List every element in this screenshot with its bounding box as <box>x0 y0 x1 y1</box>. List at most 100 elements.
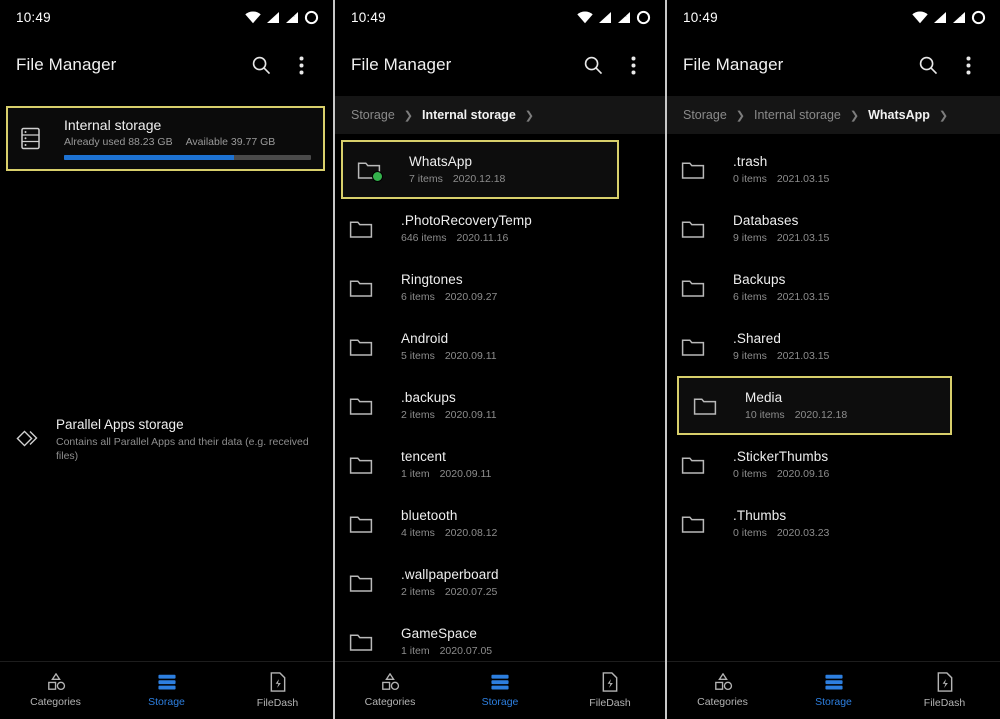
file-row[interactable]: Backups 6 items 2021.03.15 <box>667 258 1000 317</box>
storage-progress-bar <box>64 155 311 160</box>
file-item-count: 2 items <box>401 586 435 598</box>
file-date: 2020.12.18 <box>452 173 506 185</box>
file-subtitle: 2 items 2020.09.11 <box>401 409 665 421</box>
file-date: 2020.11.16 <box>456 232 509 244</box>
nav-tab-storage[interactable]: Storage <box>445 673 555 708</box>
search-button[interactable] <box>908 45 948 85</box>
breadcrumb-item-internal-storage[interactable]: Internal storage <box>422 108 516 122</box>
file-row[interactable]: Android 5 items 2020.09.11 <box>335 317 665 376</box>
file-row-selected[interactable]: WhatsApp 7 items 2020.12.18 <box>341 140 619 199</box>
file-date: 2020.09.11 <box>444 409 497 421</box>
more-vertical-icon <box>966 56 970 74</box>
wifi-icon <box>245 10 261 23</box>
storage-stack-icon <box>491 674 509 690</box>
internal-storage-card[interactable]: Internal storage Already used 88.23 GB A… <box>6 106 325 171</box>
parallel-apps-description: Contains all Parallel Apps and their dat… <box>56 436 309 463</box>
nav-tab-filedash[interactable]: FileDash <box>889 672 1000 709</box>
breadcrumb-item-storage[interactable]: Storage <box>351 108 395 122</box>
file-item-count: 9 items <box>733 232 767 244</box>
file-row[interactable]: .Thumbs 0 items 2020.03.23 <box>667 494 1000 553</box>
breadcrumb-item-storage[interactable]: Storage <box>683 108 727 122</box>
folder-icon <box>349 221 373 238</box>
file-date: 2020.08.12 <box>444 527 498 539</box>
chevron-right-icon: ❯ <box>524 109 534 122</box>
whatsapp-badge-icon <box>372 171 383 182</box>
file-name: Ringtones <box>401 272 463 287</box>
shapes-icon <box>714 673 732 691</box>
panel3-content: .trash 0 items 2021.03.15 Databases 9 items 2… <box>667 134 1000 661</box>
file-date: 2021.03.15 <box>776 291 830 303</box>
file-subtitle: 0 items 2020.03.23 <box>733 527 1000 539</box>
status-clock: 10:49 <box>16 9 51 25</box>
folder-icon-wrap <box>349 336 401 357</box>
status-icons: x <box>577 10 651 25</box>
nav-tab-storage[interactable]: Storage <box>111 673 222 708</box>
storage-used-label: Already used 88.23 GB <box>64 136 173 148</box>
file-meta: .trash 0 items 2021.03.15 <box>733 154 1000 185</box>
panel-whatsapp-listing: 10:49 x File Manager Storage ❯ Internal … <box>667 0 1000 719</box>
storage-stack-icon <box>157 674 176 690</box>
file-item-count: 6 items <box>401 291 435 303</box>
search-button[interactable] <box>241 45 281 85</box>
file-row[interactable]: .StickerThumbs 0 items 2020.09.16 <box>667 435 1000 494</box>
file-row[interactable]: .PhotoRecoveryTemp 646 items 2020.11.16 <box>335 199 665 258</box>
folder-icon <box>681 162 705 179</box>
folder-icon <box>349 516 373 533</box>
status-clock: 10:49 <box>351 9 386 25</box>
file-row-selected[interactable]: Media 10 items 2020.12.18 <box>677 376 952 435</box>
file-list: .trash 0 items 2021.03.15 Databases 9 items 2… <box>667 134 1000 661</box>
folder-icon-wrap <box>349 277 401 298</box>
search-icon <box>919 56 937 74</box>
breadcrumb-item-whatsapp[interactable]: WhatsApp <box>868 108 930 122</box>
file-subtitle: 10 items 2020.12.18 <box>745 409 950 421</box>
breadcrumb-item-internal-storage[interactable]: Internal storage <box>754 108 841 122</box>
file-bolt-icon <box>602 672 618 692</box>
overflow-menu-button[interactable] <box>948 45 988 85</box>
file-meta: GameSpace 1 item 2020.07.05 <box>401 626 665 657</box>
file-row[interactable]: .Shared 9 items 2021.03.15 <box>667 317 1000 376</box>
folder-icon-wrap <box>349 454 401 475</box>
file-subtitle: 2 items 2020.07.25 <box>401 586 665 598</box>
search-button[interactable] <box>573 45 613 85</box>
folder-icon-wrap <box>349 395 401 416</box>
chevron-right-icon: ❯ <box>938 109 949 122</box>
breadcrumb: Storage ❯ Internal storage ❯ WhatsApp ❯ <box>667 96 1000 134</box>
file-meta: .wallpaperboard 2 items 2020.07.25 <box>401 567 665 598</box>
nav-tab-filedash[interactable]: FileDash <box>222 672 333 709</box>
nav-tab-categories[interactable]: Categories <box>667 673 778 708</box>
file-row[interactable]: bluetooth 4 items 2020.08.12 <box>335 494 665 553</box>
file-item-count: 0 items <box>733 468 767 480</box>
chevron-right-icon: ❯ <box>849 109 860 122</box>
parallel-apps-storage-item[interactable]: Parallel Apps storage Contains all Paral… <box>6 411 321 469</box>
file-subtitle: 7 items 2020.12.18 <box>409 173 617 185</box>
status-bar: 10:49 x <box>0 0 333 34</box>
file-name: WhatsApp <box>409 154 473 169</box>
file-name: .wallpaperboard <box>401 567 499 582</box>
overflow-menu-button[interactable] <box>281 45 321 85</box>
file-row[interactable]: tencent 1 item 2020.09.11 <box>335 435 665 494</box>
file-item-count: 1 item <box>401 468 430 480</box>
file-row[interactable]: .backups 2 items 2020.09.11 <box>335 376 665 435</box>
file-row[interactable]: .wallpaperboard 2 items 2020.07.25 <box>335 553 665 612</box>
file-date: 2020.09.11 <box>444 350 497 362</box>
file-meta: .backups 2 items 2020.09.11 <box>401 390 665 421</box>
folder-icon <box>681 221 705 238</box>
folder-icon <box>693 398 717 415</box>
file-row[interactable]: Ringtones 6 items 2020.09.27 <box>335 258 665 317</box>
chevron-right-icon: ❯ <box>735 109 745 122</box>
chevron-right-icon: ❯ <box>403 109 413 122</box>
folder-icon <box>349 575 373 592</box>
file-meta: .StickerThumbs 0 items 2020.09.16 <box>733 449 1000 480</box>
file-row[interactable]: GameSpace 1 item 2020.07.05 <box>335 612 665 661</box>
file-row[interactable]: Databases 9 items 2021.03.15 <box>667 199 1000 258</box>
status-icons: x <box>912 10 986 25</box>
nav-tab-storage[interactable]: Storage <box>778 673 889 708</box>
folder-icon-wrap <box>357 159 409 182</box>
nav-tab-categories[interactable]: Categories <box>335 673 445 708</box>
file-row[interactable]: .trash 0 items 2021.03.15 <box>667 140 1000 199</box>
nav-tab-filedash[interactable]: FileDash <box>555 672 665 709</box>
file-name: Databases <box>733 213 799 228</box>
nav-tab-categories[interactable]: Categories <box>0 673 111 708</box>
file-subtitle: 6 items 2020.09.27 <box>401 291 665 303</box>
overflow-menu-button[interactable] <box>613 45 653 85</box>
